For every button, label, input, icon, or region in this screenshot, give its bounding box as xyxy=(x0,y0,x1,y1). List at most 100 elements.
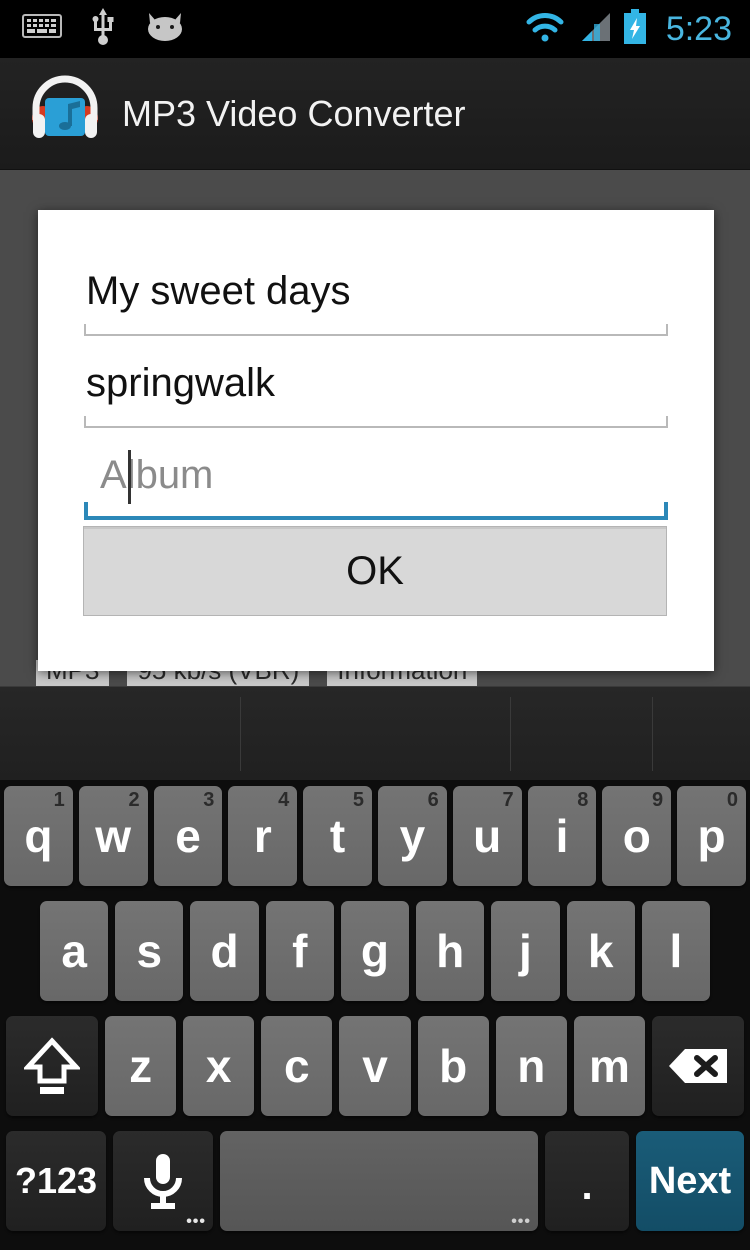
space-key[interactable]: ••• xyxy=(220,1131,538,1231)
key-y[interactable]: y6 xyxy=(377,786,447,886)
key-label: d xyxy=(210,925,239,977)
next-key[interactable]: Next xyxy=(636,1131,744,1231)
key-number-hint: 0 xyxy=(726,789,738,811)
key-z[interactable]: z xyxy=(105,1016,177,1116)
battery-charging-icon xyxy=(622,8,648,50)
key-label: n xyxy=(517,1040,546,1092)
key-label: o xyxy=(622,810,651,862)
keyboard-row-3-letters: zxcvbnm xyxy=(105,1016,645,1116)
ok-button[interactable]: OK xyxy=(83,526,667,616)
soft-keyboard: q1w2e3r4t5y6u7i8o9p0 asdfghjkl zxcvbnm ?… xyxy=(0,686,750,1250)
status-bar-clock: 5:23 xyxy=(665,9,732,48)
key-w[interactable]: w2 xyxy=(78,786,148,886)
status-bar-right-icons: 5:23 xyxy=(524,8,750,50)
keyboard-row-4: ?123 ••• ••• . Next xyxy=(0,1131,750,1231)
microphone-key[interactable]: ••• xyxy=(113,1131,213,1231)
cellular-signal-icon xyxy=(576,11,612,48)
app-logo-headphones-icon xyxy=(28,74,102,153)
key-n[interactable]: n xyxy=(495,1016,567,1116)
period-key[interactable]: . xyxy=(545,1131,629,1231)
suggestion-bar[interactable] xyxy=(0,686,750,780)
key-label: x xyxy=(205,1040,232,1092)
key-label: g xyxy=(360,925,390,977)
key-c[interactable]: c xyxy=(261,1016,333,1116)
key-j[interactable]: j xyxy=(491,901,560,1001)
key-label: h xyxy=(436,925,465,977)
key-label: v xyxy=(362,1040,388,1092)
key-number-hint: 3 xyxy=(203,789,215,811)
keyboard-row-3: zxcvbnm xyxy=(0,1016,750,1116)
key-label: k xyxy=(587,925,614,977)
android-face-icon xyxy=(144,11,186,48)
keyboard-row-1: q1w2e3r4t5y6u7i8o9p0 xyxy=(0,786,750,886)
key-label: e xyxy=(175,810,201,862)
key-l[interactable]: l xyxy=(641,901,710,1001)
key-label: j xyxy=(519,925,532,977)
key-r[interactable]: r4 xyxy=(228,786,298,886)
key-label: i xyxy=(555,810,569,862)
title-field[interactable]: My sweet days xyxy=(84,258,668,336)
key-e[interactable]: e3 xyxy=(153,786,223,886)
artist-field[interactable]: springwalk xyxy=(84,350,668,428)
key-p[interactable]: p0 xyxy=(677,786,746,886)
title-field-value: My sweet days xyxy=(86,269,351,313)
key-q[interactable]: q1 xyxy=(4,786,73,886)
keyboard-row-2: asd fgh j k l xyxy=(0,901,750,1001)
key-f[interactable]: f xyxy=(265,901,334,1001)
wifi-icon xyxy=(524,11,566,48)
key-label: w xyxy=(95,810,132,862)
key-label: a xyxy=(61,925,87,977)
key-label: s xyxy=(136,925,163,977)
usb-icon xyxy=(90,7,116,51)
key-s[interactable]: s xyxy=(115,901,184,1001)
status-bar-left-icons xyxy=(0,7,186,51)
key-number-hint: 4 xyxy=(278,789,290,811)
key-number-hint: 9 xyxy=(652,789,664,811)
key-label: y xyxy=(399,810,426,862)
action-bar: MP3 Video Converter xyxy=(0,58,750,170)
album-field[interactable]: Album xyxy=(84,442,668,520)
key-x[interactable]: x xyxy=(183,1016,255,1116)
key-t[interactable]: t5 xyxy=(303,786,372,886)
key-label: z xyxy=(129,1040,153,1092)
key-o[interactable]: o9 xyxy=(602,786,672,886)
key-i[interactable]: i8 xyxy=(527,786,597,886)
key-g[interactable]: g xyxy=(340,901,410,1001)
key-label: q xyxy=(24,810,53,862)
album-field-underline xyxy=(84,502,668,520)
space-key-more-dots: ••• xyxy=(511,1213,531,1230)
key-number-hint: 7 xyxy=(502,789,514,811)
artist-field-value: springwalk xyxy=(86,361,275,405)
title-field-underline xyxy=(84,324,668,336)
key-m[interactable]: m xyxy=(573,1016,645,1116)
symbols-key[interactable]: ?123 xyxy=(6,1131,106,1231)
album-field-placeholder: Album xyxy=(100,453,214,497)
key-number-hint: 2 xyxy=(128,789,140,811)
backspace-key[interactable] xyxy=(652,1016,744,1116)
key-d[interactable]: d xyxy=(190,901,259,1001)
key-label: c xyxy=(284,1040,310,1092)
suggestion-divider xyxy=(510,697,511,771)
key-label: u xyxy=(473,810,502,862)
suggestion-divider xyxy=(652,697,653,771)
key-label: r xyxy=(253,810,272,862)
key-number-hint: 6 xyxy=(427,789,439,811)
key-label: m xyxy=(588,1040,630,1092)
shift-key[interactable] xyxy=(6,1016,98,1116)
mic-key-more-dots: ••• xyxy=(186,1213,206,1230)
key-a[interactable]: a xyxy=(40,901,109,1001)
key-number-hint: 5 xyxy=(352,789,364,811)
key-label: l xyxy=(669,925,683,977)
text-cursor xyxy=(128,450,131,504)
page-title: MP3 Video Converter xyxy=(122,92,466,134)
key-b[interactable]: b xyxy=(417,1016,489,1116)
suggestion-divider xyxy=(240,697,241,771)
key-h[interactable]: h xyxy=(416,901,485,1001)
key-number-hint: 1 xyxy=(53,789,65,811)
key-k[interactable]: k xyxy=(566,901,635,1001)
key-label: p xyxy=(697,810,726,862)
key-v[interactable]: v xyxy=(339,1016,411,1116)
status-bar: 5:23 xyxy=(0,0,750,58)
key-label: f xyxy=(292,925,308,977)
key-u[interactable]: u7 xyxy=(452,786,522,886)
